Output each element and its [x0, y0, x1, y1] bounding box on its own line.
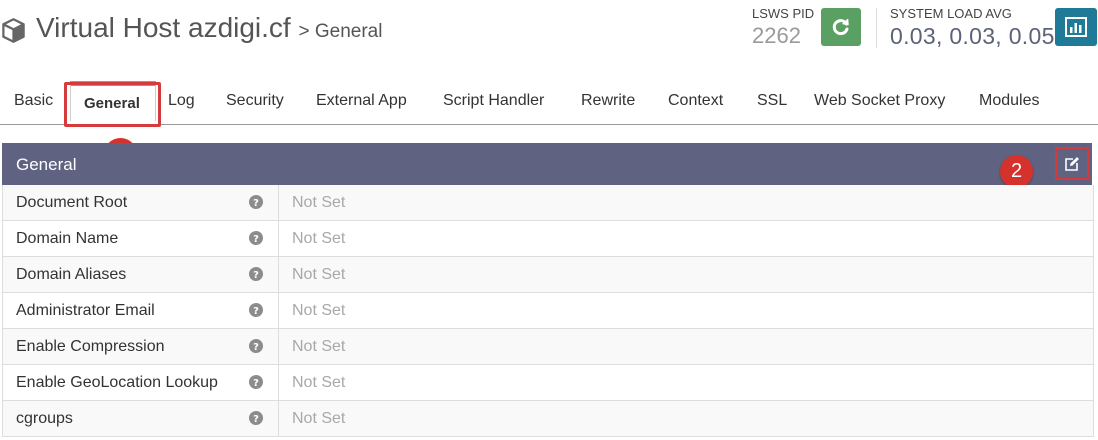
row-label: Administrator Email	[16, 302, 155, 319]
tab-bar: Basic General Log Security External App …	[0, 81, 1098, 125]
help-icon[interactable]: ?	[249, 195, 263, 209]
cell-divider	[278, 185, 279, 221]
row-label: Enable GeoLocation Lookup	[16, 374, 218, 391]
tab-script-handler[interactable]: Script Handler	[443, 92, 544, 110]
load-label: SYSTEM LOAD AVG	[890, 6, 1012, 21]
row-value: Not Set	[292, 302, 346, 319]
help-icon[interactable]: ?	[249, 339, 263, 353]
cell-divider	[278, 257, 279, 293]
vhost-title: Virtual Host azdigi.cf	[36, 12, 291, 43]
help-icon[interactable]: ?	[249, 267, 263, 281]
highlight-general-tab	[64, 82, 161, 127]
load-value: 0.03, 0.03, 0.05	[890, 23, 1055, 49]
header-divider	[876, 8, 877, 48]
tab-ssl[interactable]: SSL	[757, 92, 787, 110]
table-row: Document Root ? Not Set	[3, 185, 1093, 221]
pid-label: LSWS PID	[752, 6, 815, 21]
row-value: Not Set	[292, 338, 346, 355]
svg-text:?: ?	[253, 306, 259, 317]
svg-text:?: ?	[253, 414, 259, 425]
table-row: Enable GeoLocation Lookup ? Not Set	[3, 365, 1093, 401]
panel-title: General	[16, 155, 77, 174]
system-load: SYSTEM LOAD AVG 0.03, 0.03, 0.05	[890, 6, 1055, 50]
cube-icon	[2, 18, 25, 43]
table-row: Domain Aliases ? Not Set	[3, 257, 1093, 293]
pid-value: 2262	[752, 23, 801, 48]
table-row: Enable Compression ? Not Set	[3, 329, 1093, 365]
table-row: Domain Name ? Not Set	[3, 221, 1093, 257]
row-label: Domain Aliases	[16, 266, 127, 283]
page-title: Virtual Host azdigi.cf > General	[36, 12, 382, 44]
svg-text:?: ?	[253, 234, 259, 245]
row-value: Not Set	[292, 410, 346, 427]
breadcrumb-subtitle: > General	[298, 21, 383, 42]
tab-rewrite[interactable]: Rewrite	[581, 92, 635, 110]
tab-external-app[interactable]: External App	[316, 92, 407, 110]
svg-text:?: ?	[253, 198, 259, 209]
help-icon[interactable]: ?	[249, 303, 263, 317]
row-label: Enable Compression	[16, 338, 165, 355]
row-value: Not Set	[292, 230, 346, 247]
cell-divider	[278, 401, 279, 437]
svg-text:?: ?	[253, 270, 259, 281]
cell-divider	[278, 293, 279, 329]
panel-header: General	[2, 143, 1092, 185]
row-label: Domain Name	[16, 230, 119, 247]
row-value: Not Set	[292, 266, 346, 283]
row-label: Document Root	[16, 194, 128, 211]
page-header: Virtual Host azdigi.cf > General LSWS PI…	[0, 0, 1098, 70]
tab-context[interactable]: Context	[668, 92, 723, 110]
help-icon[interactable]: ?	[249, 375, 263, 389]
svg-text:?: ?	[253, 378, 259, 389]
tab-basic[interactable]: Basic	[14, 92, 53, 110]
general-settings-table: Document Root ? Not Set Domain Name ? No…	[2, 185, 1094, 437]
row-label: cgroups	[16, 410, 73, 427]
annotation-badge-2: 2	[1000, 155, 1033, 188]
reload-icon	[832, 18, 849, 36]
bar-chart-icon	[1065, 17, 1087, 37]
tab-web-socket-proxy[interactable]: Web Socket Proxy	[814, 92, 945, 110]
svg-text:?: ?	[253, 342, 259, 353]
edit-button[interactable]	[1055, 147, 1089, 180]
tab-modules[interactable]: Modules	[979, 92, 1039, 110]
reload-button[interactable]	[821, 8, 861, 46]
edit-icon	[1065, 156, 1079, 171]
row-value: Not Set	[292, 374, 346, 391]
cell-divider	[278, 329, 279, 365]
stats-button[interactable]	[1055, 8, 1097, 46]
cell-divider	[278, 221, 279, 257]
lsws-pid: LSWS PID 2262	[752, 6, 814, 49]
tab-log[interactable]: Log	[168, 92, 195, 110]
help-icon[interactable]: ?	[249, 411, 263, 425]
row-value: Not Set	[292, 194, 346, 211]
tab-security[interactable]: Security	[226, 92, 284, 110]
cell-divider	[278, 365, 279, 401]
table-row: Administrator Email ? Not Set	[3, 293, 1093, 329]
table-row: cgroups ? Not Set	[3, 401, 1093, 437]
help-icon[interactable]: ?	[249, 231, 263, 245]
